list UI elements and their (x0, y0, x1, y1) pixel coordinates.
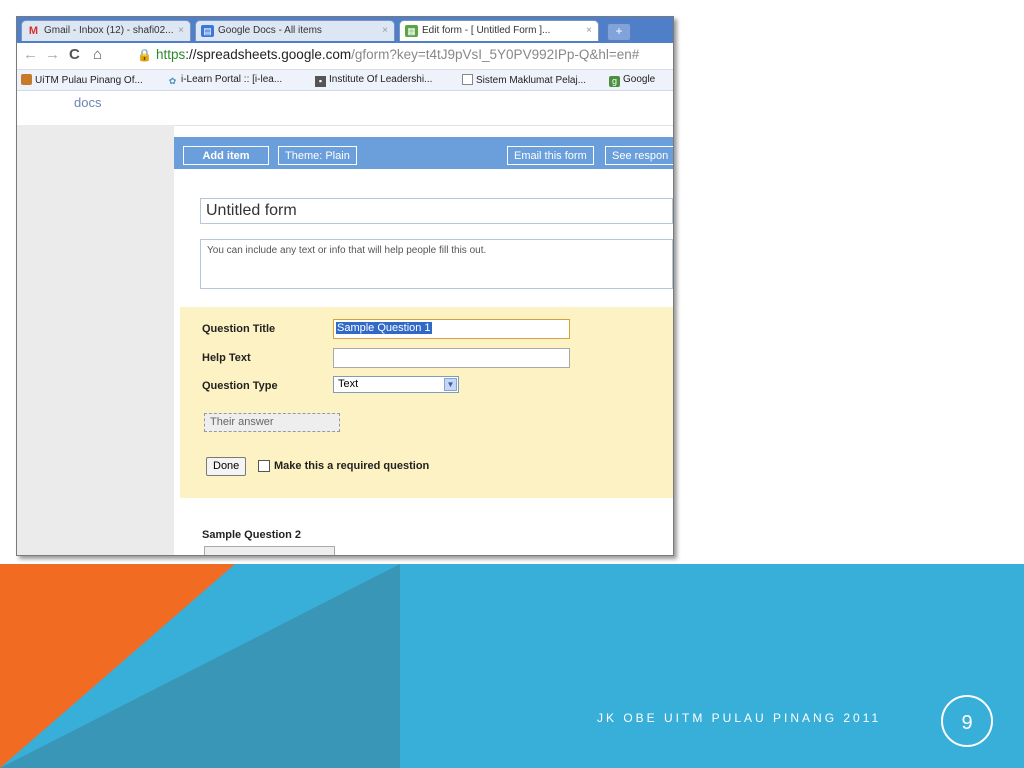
back-icon[interactable]: ← (23, 46, 38, 63)
lock-icon: 🔒 (137, 48, 152, 62)
document-icon (462, 74, 473, 85)
crest-icon (21, 74, 32, 85)
bookmark-institute[interactable]: ▪ Institute Of Leadershi... (315, 74, 432, 87)
chevron-down-icon[interactable]: ▼ (444, 378, 457, 391)
slide-footer-text: JK OBE UITM PULAU PINANG 2011 (597, 711, 882, 725)
done-button[interactable]: Done (206, 457, 247, 476)
page-icon: ▪ (315, 76, 326, 87)
bookmark-uitm[interactable]: UiTM Pulau Pinang Of... (21, 74, 143, 86)
tab-gmail[interactable]: M Gmail - Inbox (12) - shafi02... × (21, 20, 191, 41)
left-panel (17, 125, 174, 555)
new-tab-button[interactable]: + (607, 23, 631, 41)
url-scheme: https (155, 47, 186, 62)
tab-google-docs[interactable]: ▤ Google Docs - All items × (195, 20, 395, 41)
bookmark-ilearn[interactable]: ✿ i-Learn Portal :: [i-lea... (167, 74, 282, 87)
tab-google-docs-label: Google Docs - All items (218, 25, 322, 36)
see-responses-button[interactable]: See respon (605, 146, 673, 165)
google-icon: g (609, 76, 620, 87)
docs-header: docs (17, 91, 673, 126)
question-editor-panel: Question Title Sample Question 1 Help Te… (180, 307, 673, 498)
close-icon[interactable]: × (178, 21, 184, 41)
bookmarks-bar: UiTM Pulau Pinang Of... ✿ i-Learn Portal … (17, 70, 673, 91)
email-form-button[interactable]: Email this form (507, 146, 594, 165)
question-2-title[interactable]: Sample Question 2 (202, 529, 301, 541)
tab-bar: M Gmail - Inbox (12) - shafi02... × ▤ Go… (17, 17, 673, 43)
question-title-label: Question Title (202, 323, 276, 335)
url-path: /gform?key=t4tJ9pVsI_5Y0PV992IPp-Q&hl=en… (351, 47, 640, 62)
browser-toolbar: ← → C ⌂ 🔒 https://spreadsheets.google.com… (17, 43, 673, 70)
slide-orange-triangle (0, 564, 235, 768)
gear-icon: ✿ (168, 76, 177, 86)
docs-logo[interactable]: docs (74, 95, 101, 110)
question-type-select[interactable]: Text ▼ (333, 376, 459, 393)
tab-edit-form[interactable]: ▦ Edit form - [ Untitled Form ]... × (399, 20, 599, 41)
form-description-input[interactable]: You can include any text or info that wi… (200, 239, 673, 289)
question-2-answer-preview (204, 546, 335, 555)
home-icon[interactable]: ⌂ (93, 46, 102, 63)
url-host: ://spreadsheets.google.com (185, 47, 352, 62)
question-type-value: Text (338, 378, 359, 390)
reload-icon[interactable]: C (69, 46, 80, 63)
question-title-value: Sample Question 1 (336, 322, 432, 334)
answer-preview: Their answer (204, 413, 340, 432)
browser-screenshot: M Gmail - Inbox (12) - shafi02... × ▤ Go… (16, 16, 674, 556)
close-icon[interactable]: × (586, 21, 592, 41)
forward-icon[interactable]: → (45, 46, 60, 63)
bookmark-sistem[interactable]: Sistem Maklumat Pelaj... (462, 74, 586, 86)
required-label: Make this a required question (274, 460, 430, 472)
gmail-icon: M (28, 25, 39, 37)
form-editor-toolbar: Add item Theme: Plain Email this form Se… (174, 137, 673, 169)
bookmark-google[interactable]: g Google (609, 74, 655, 87)
question-title-input[interactable]: Sample Question 1 (333, 319, 570, 339)
theme-button[interactable]: Theme: Plain (278, 146, 357, 165)
address-bar[interactable]: 🔒 https://spreadsheets.google.com/gform?k… (137, 47, 673, 65)
docs-icon: ▤ (201, 25, 214, 37)
form-title-input[interactable]: Untitled form (200, 198, 673, 224)
add-item-button[interactable]: Add item (183, 146, 269, 165)
close-icon[interactable]: × (382, 21, 388, 41)
form-editor: Untitled form You can include any text o… (180, 169, 673, 555)
form-icon: ▦ (405, 25, 418, 37)
question-type-label: Question Type (202, 380, 278, 392)
help-text-input[interactable] (333, 348, 570, 368)
help-text-label: Help Text (202, 352, 251, 364)
required-checkbox[interactable] (258, 460, 270, 472)
tab-edit-form-label: Edit form - [ Untitled Form ]... (422, 25, 551, 36)
slide-page-number: 9 (941, 695, 993, 747)
tab-gmail-label: Gmail - Inbox (12) - shafi02... (44, 25, 174, 36)
